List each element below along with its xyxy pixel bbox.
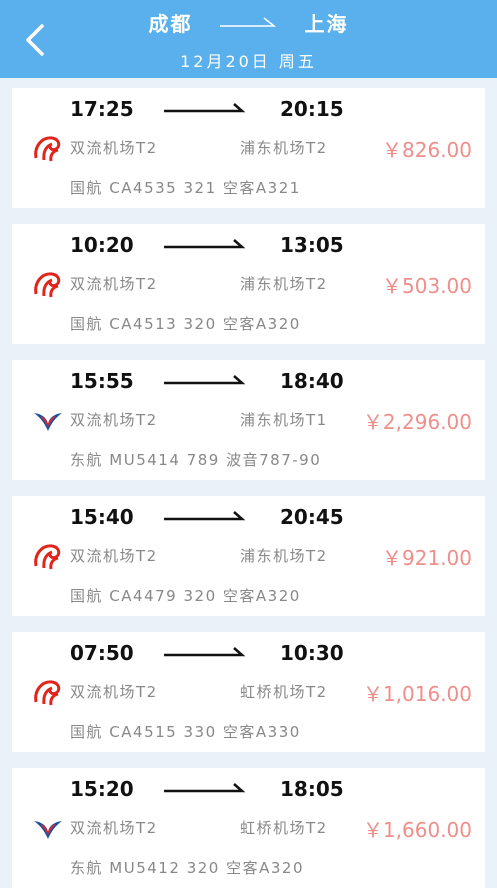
plane-code: 789: [186, 451, 220, 469]
airline: 东航: [70, 859, 104, 877]
airline: 国航: [70, 723, 104, 741]
departure-time: 07:50: [70, 641, 134, 665]
china-eastern-logo: [34, 413, 62, 431]
route-title: 成都 上海: [0, 8, 497, 37]
flight-card[interactable]: 07:50 10:30 双流机场T2 虹桥机场T2 ￥1,016.00 国航 C…: [12, 632, 485, 752]
plane-code: 321: [183, 179, 217, 197]
flight-arrow-icon: [164, 783, 246, 793]
flight-info: 东航 MU5414 789 波音787-90: [70, 449, 321, 470]
flight-info: 东航 MU5412 320 空客A320: [70, 857, 304, 878]
arrival-airport: 虹桥机场T2: [240, 683, 328, 701]
departure-airport: 双流机场T2: [70, 275, 158, 293]
airline: 东航: [70, 451, 104, 469]
arrival-time: 13:05: [280, 233, 344, 257]
flight-arrow-icon: [164, 375, 246, 385]
route-arrow-icon: [219, 16, 276, 27]
flight-number: CA4515: [109, 723, 178, 741]
air-china-logo: [34, 136, 61, 162]
departure-time: 10:20: [70, 233, 134, 257]
header-bar: 成都 上海 12月20日 周五: [0, 0, 497, 78]
departure-time: 17:25: [70, 97, 134, 121]
price: ￥826.00: [382, 138, 472, 162]
airline: 国航: [70, 315, 104, 333]
plane-code: 320: [183, 587, 217, 605]
china-eastern-logo: [34, 821, 62, 839]
price: ￥1,660.00: [362, 818, 472, 842]
arrival-time: 10:30: [280, 641, 344, 665]
flight-card[interactable]: 10:20 13:05 双流机场T2 浦东机场T2 ￥503.00 国航 CA4…: [12, 224, 485, 344]
plane-model: 空客A320: [222, 587, 301, 605]
plane-code: 330: [183, 723, 217, 741]
flight-card[interactable]: 15:40 20:45 双流机场T2 浦东机场T2 ￥921.00 国航 CA4…: [12, 496, 485, 616]
to-city: 上海: [304, 12, 349, 36]
flight-info: 国航 CA4479 320 空客A320: [70, 585, 301, 606]
arrival-airport: 虹桥机场T2: [240, 819, 328, 837]
flight-number: MU5414: [109, 451, 181, 469]
flight-number: CA4479: [109, 587, 178, 605]
flight-date: 12月20日: [180, 52, 271, 71]
air-china-logo: [34, 272, 61, 298]
flight-info: 国航 CA4513 320 空客A320: [70, 313, 301, 334]
departure-airport: 双流机场T2: [70, 547, 158, 565]
price: ￥921.00: [382, 546, 472, 570]
flight-number: MU5412: [109, 859, 181, 877]
plane-model: 空客A321: [222, 179, 301, 197]
flight-card[interactable]: 17:25 20:15 双流机场T2 浦东机场T2 ￥826.00 国航 CA4…: [12, 88, 485, 208]
flight-weekday: 周五: [278, 52, 317, 71]
flight-arrow-icon: [164, 511, 246, 521]
from-city: 成都: [148, 12, 193, 36]
price: ￥2,296.00: [362, 410, 472, 434]
airline: 国航: [70, 179, 104, 197]
air-china-logo: [34, 544, 61, 570]
flight-card[interactable]: 15:55 18:40 双流机场T2 浦东机场T1 ￥2,296.00 东航 M…: [12, 360, 485, 480]
flight-card[interactable]: 15:20 18:05 双流机场T2 虹桥机场T2 ￥1,660.00 东航 M…: [12, 768, 485, 888]
arrival-airport: 浦东机场T2: [240, 547, 328, 565]
arrival-airport: 浦东机场T2: [240, 139, 328, 157]
departure-time: 15:20: [70, 777, 134, 801]
arrival-time: 18:05: [280, 777, 344, 801]
plane-model: 空客A330: [222, 723, 301, 741]
arrival-airport: 浦东机场T1: [240, 411, 328, 429]
arrival-time: 18:40: [280, 369, 344, 393]
price: ￥1,016.00: [362, 682, 472, 706]
date-line: 12月20日 周五: [0, 48, 497, 72]
arrival-time: 20:45: [280, 505, 344, 529]
departure-airport: 双流机场T2: [70, 819, 158, 837]
air-china-logo: [34, 680, 61, 706]
plane-code: 320: [186, 859, 220, 877]
flight-number: CA4535: [109, 179, 178, 197]
price: ￥503.00: [382, 274, 472, 298]
plane-model: 空客A320: [226, 859, 305, 877]
plane-model: 空客A320: [222, 315, 301, 333]
departure-airport: 双流机场T2: [70, 139, 158, 157]
flight-info: 国航 CA4515 330 空客A330: [70, 721, 301, 742]
arrival-airport: 浦东机场T2: [240, 275, 328, 293]
plane-code: 320: [183, 315, 217, 333]
departure-airport: 双流机场T2: [70, 683, 158, 701]
flight-info: 国航 CA4535 321 空客A321: [70, 177, 301, 198]
flight-number: CA4513: [109, 315, 178, 333]
flight-arrow-icon: [164, 647, 246, 657]
departure-time: 15:40: [70, 505, 134, 529]
departure-airport: 双流机场T2: [70, 411, 158, 429]
arrival-time: 20:15: [280, 97, 344, 121]
plane-model: 波音787-90: [226, 451, 322, 469]
departure-time: 15:55: [70, 369, 134, 393]
flight-arrow-icon: [164, 239, 246, 249]
flight-arrow-icon: [164, 103, 246, 113]
airline: 国航: [70, 587, 104, 605]
